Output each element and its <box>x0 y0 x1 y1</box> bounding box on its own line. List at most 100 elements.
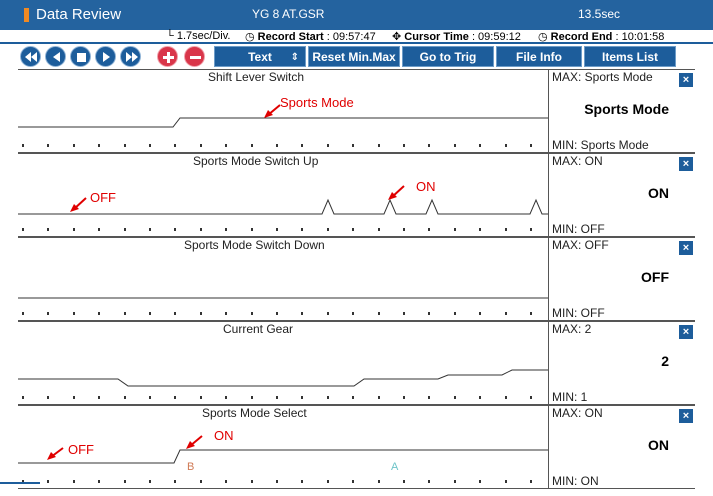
signal-plot: Shift Lever Switch Sports Mode <box>18 69 548 153</box>
rewind-button[interactable] <box>20 46 41 67</box>
time-ticks <box>18 480 548 484</box>
time-tick <box>149 228 151 231</box>
time-tick <box>352 228 355 231</box>
minus-icon <box>190 56 201 59</box>
time-tick <box>72 396 75 399</box>
signal-panel-shift-lever: Shift Lever Switch Sports Mode MAX: Spor… <box>18 69 695 153</box>
close-icon[interactable]: × <box>679 409 693 423</box>
time-tick <box>225 312 228 315</box>
signal-panel-sports-mode-select: Sports Mode Select OFF ON B A MAX: ON ON… <box>18 405 695 489</box>
zoom-out-button[interactable] <box>184 46 205 67</box>
text-mode-select[interactable]: Text ⇕ <box>214 46 306 67</box>
signal-panel-switch-up: Sports Mode Switch Up OFF ON MAX: ON ON … <box>18 153 695 237</box>
close-icon[interactable]: × <box>679 325 693 339</box>
time-tick <box>301 228 304 231</box>
stop-button[interactable] <box>70 46 91 67</box>
cursor-b-label: B <box>187 461 195 473</box>
time-tick <box>377 396 380 399</box>
time-tick <box>47 396 50 399</box>
clock-icon: ◷ <box>538 31 548 43</box>
current-value: ON <box>648 437 669 453</box>
reset-min-max-button[interactable]: Reset Min.Max <box>308 46 400 67</box>
time-tick <box>276 144 278 147</box>
close-icon[interactable]: × <box>679 241 693 255</box>
time-tick <box>428 396 431 399</box>
time-tick <box>123 144 126 147</box>
file-name: YG 8 AT.GSR <box>252 7 325 21</box>
time-tick <box>47 480 50 483</box>
time-tick <box>453 144 456 147</box>
min-label: MIN: OFF <box>552 222 605 236</box>
crosshair-icon: ✥ <box>392 31 402 43</box>
time-tick <box>453 228 456 231</box>
max-label: MAX: ON <box>552 406 603 420</box>
signal-plot: Sports Mode Switch Down <box>18 237 548 321</box>
time-tick <box>225 480 228 483</box>
signal-trace <box>18 104 548 128</box>
time-tick <box>174 144 177 147</box>
time-tick <box>123 396 126 399</box>
record-duration: 13.5sec <box>578 7 621 21</box>
items-list-button[interactable]: Items List <box>584 46 676 67</box>
time-tick <box>504 228 507 231</box>
time-tick <box>301 480 304 483</box>
time-tick <box>22 144 24 147</box>
time-tick <box>72 144 75 147</box>
time-tick <box>504 480 507 483</box>
time-tick <box>22 312 24 315</box>
fast-forward-button[interactable] <box>120 46 141 67</box>
time-tick <box>301 312 304 315</box>
time-tick <box>403 312 405 315</box>
time-tick <box>123 228 126 231</box>
title-bar: Data Review YG 8 AT.GSR 13.5sec <box>0 0 713 30</box>
signal-value-box: MAX: OFF OFF MIN: OFF × <box>548 237 695 321</box>
time-tick <box>199 396 202 399</box>
signal-trace <box>18 435 548 464</box>
on-annotation: ON <box>416 179 436 194</box>
time-tick <box>98 480 101 483</box>
app-icon <box>24 8 29 22</box>
plus-icon <box>163 52 174 63</box>
time-tick <box>428 228 431 231</box>
min-label: MIN: 1 <box>552 390 588 404</box>
file-info-button[interactable]: File Info <box>496 46 582 67</box>
current-value: ON <box>648 185 669 201</box>
time-tick <box>199 480 202 483</box>
time-tick <box>301 396 304 399</box>
close-icon[interactable]: × <box>679 157 693 171</box>
time-tick <box>174 396 177 399</box>
go-to-trig-button[interactable]: Go to Trig <box>402 46 494 67</box>
previous-icon <box>53 52 60 62</box>
time-tick <box>377 144 380 147</box>
zoom-in-button[interactable] <box>157 46 178 67</box>
time-tick <box>530 228 532 231</box>
time-tick <box>276 396 278 399</box>
time-tick <box>149 312 151 315</box>
time-tick <box>479 480 482 483</box>
time-tick <box>326 312 329 315</box>
time-tick <box>530 480 532 483</box>
time-tick <box>47 312 50 315</box>
max-label: MAX: OFF <box>552 238 609 252</box>
time-tick <box>479 228 482 231</box>
previous-button[interactable] <box>45 46 66 67</box>
time-tick <box>479 396 482 399</box>
off-annotation: OFF <box>68 442 94 457</box>
time-ticks <box>18 396 548 400</box>
time-tick <box>453 480 456 483</box>
cursor-time: ✥ Cursor Time : 09:59:12 <box>392 31 521 43</box>
time-tick <box>199 312 202 315</box>
signal-plot: Sports Mode Switch Up OFF ON <box>18 153 548 237</box>
record-info-line: └ 1.7sec/Div. ◷ Record Start : 09:57:47 … <box>0 30 713 44</box>
toolbar: Text ⇕ Reset Min.Max Go to Trig File Inf… <box>0 44 713 69</box>
next-button[interactable] <box>95 46 116 67</box>
close-icon[interactable]: × <box>679 73 693 87</box>
time-tick <box>352 144 355 147</box>
time-tick <box>530 144 532 147</box>
record-start: ◷ Record Start : 09:57:47 <box>245 31 376 43</box>
time-tick <box>479 144 482 147</box>
time-tick <box>301 144 304 147</box>
time-tick <box>250 396 253 399</box>
off-annotation: OFF <box>90 190 116 205</box>
clock-icon: ◷ <box>245 31 255 43</box>
